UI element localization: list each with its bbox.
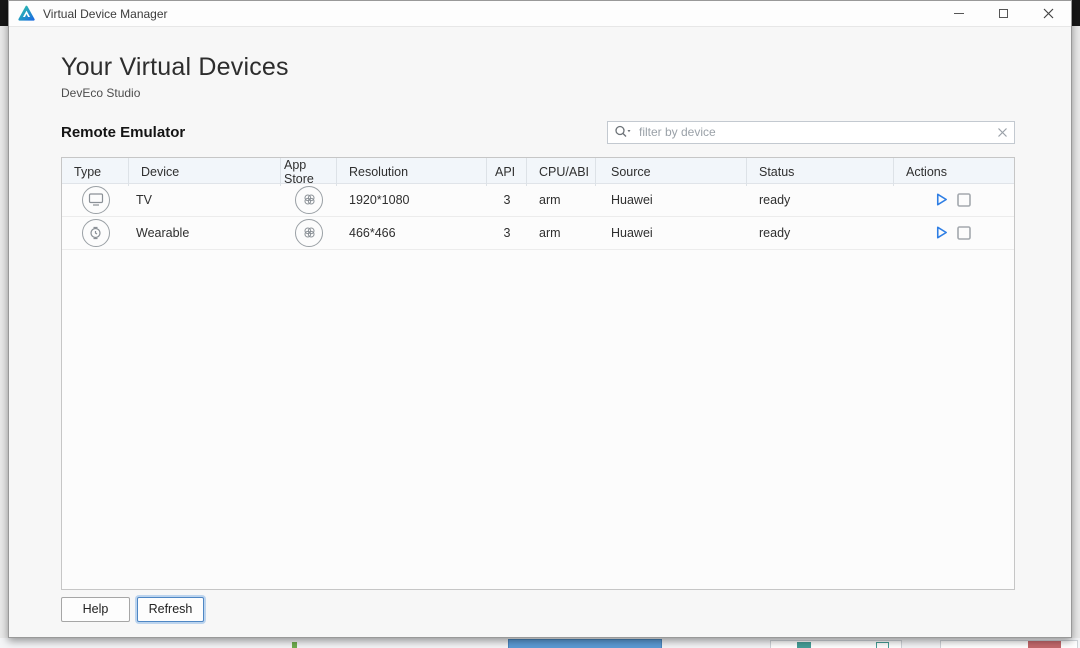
column-header-actions: Actions (906, 164, 947, 179)
virtual-device-manager-window: Virtual Device Manager Your Virtual Devi… (8, 0, 1072, 638)
tv-icon (81, 185, 110, 214)
minimize-button[interactable] (936, 1, 981, 26)
column-header-device: Device (129, 157, 281, 186)
section-title: Remote Emulator (61, 123, 186, 141)
column-header-status: Status (747, 157, 894, 186)
column-header-source: Source (596, 157, 747, 186)
table-header-row: Type Device App Store Resolution API CPU… (62, 157, 1014, 186)
deveco-logo-icon (18, 5, 35, 22)
run-icon[interactable] (934, 225, 949, 240)
maximize-button[interactable] (981, 1, 1026, 26)
background-shape (797, 642, 811, 648)
appgallery-icon[interactable] (295, 185, 323, 214)
refresh-button[interactable]: Refresh (137, 596, 204, 622)
table-row[interactable]: TV 1920*1080 3 arm Huawei ready (62, 184, 1014, 217)
close-button[interactable] (1026, 1, 1071, 26)
maximize-icon (999, 9, 1008, 18)
appgallery-icon[interactable] (295, 218, 323, 247)
background-shape (292, 642, 297, 648)
page-title: Your Virtual Devices (61, 53, 289, 81)
source-cell: Huawei (611, 192, 653, 207)
column-header-appstore: App Store (281, 157, 337, 186)
column-header-type: Type (62, 157, 129, 186)
cpu-abi-cell: arm (539, 192, 561, 207)
source-cell: Huawei (611, 225, 653, 240)
run-icon[interactable] (934, 192, 949, 207)
api-cell: 3 (503, 225, 511, 240)
page-subtitle: DevEco Studio (61, 85, 141, 100)
titlebar[interactable]: Virtual Device Manager (9, 1, 1071, 27)
resolution-cell: 1920*1080 (349, 192, 410, 207)
stop-checkbox[interactable] (957, 192, 971, 207)
column-header-api: API (487, 157, 527, 186)
close-icon (1043, 8, 1054, 19)
watch-icon (81, 218, 110, 247)
minimize-icon (953, 13, 964, 14)
stop-checkbox[interactable] (957, 225, 971, 240)
help-button[interactable]: Help (61, 596, 130, 622)
clear-filter-icon[interactable] (997, 127, 1008, 138)
search-icon[interactable] (614, 125, 634, 139)
device-name-cell: Wearable (136, 225, 190, 240)
device-name-cell: TV (136, 192, 152, 207)
column-header-cpuabi: CPU/ABI (527, 157, 596, 186)
device-table: Type Device App Store Resolution API CPU… (61, 156, 1015, 590)
status-cell: ready (759, 225, 791, 240)
status-cell: ready (759, 192, 791, 207)
desktop-bottom-strip (0, 638, 1080, 648)
window-title: Virtual Device Manager (43, 6, 168, 21)
cpu-abi-cell: arm (539, 225, 561, 240)
filter-input[interactable] (639, 125, 997, 140)
background-shape (508, 639, 662, 648)
resolution-cell: 466*466 (349, 225, 396, 240)
background-shape (876, 642, 889, 648)
table-row[interactable]: Wearable 466*466 3 arm Huawei ready (62, 217, 1014, 250)
filter-box[interactable] (607, 120, 1015, 144)
background-shape (1028, 641, 1061, 648)
table-empty-area (62, 249, 1014, 589)
column-header-resolution: Resolution (337, 157, 487, 186)
api-cell: 3 (503, 192, 511, 207)
